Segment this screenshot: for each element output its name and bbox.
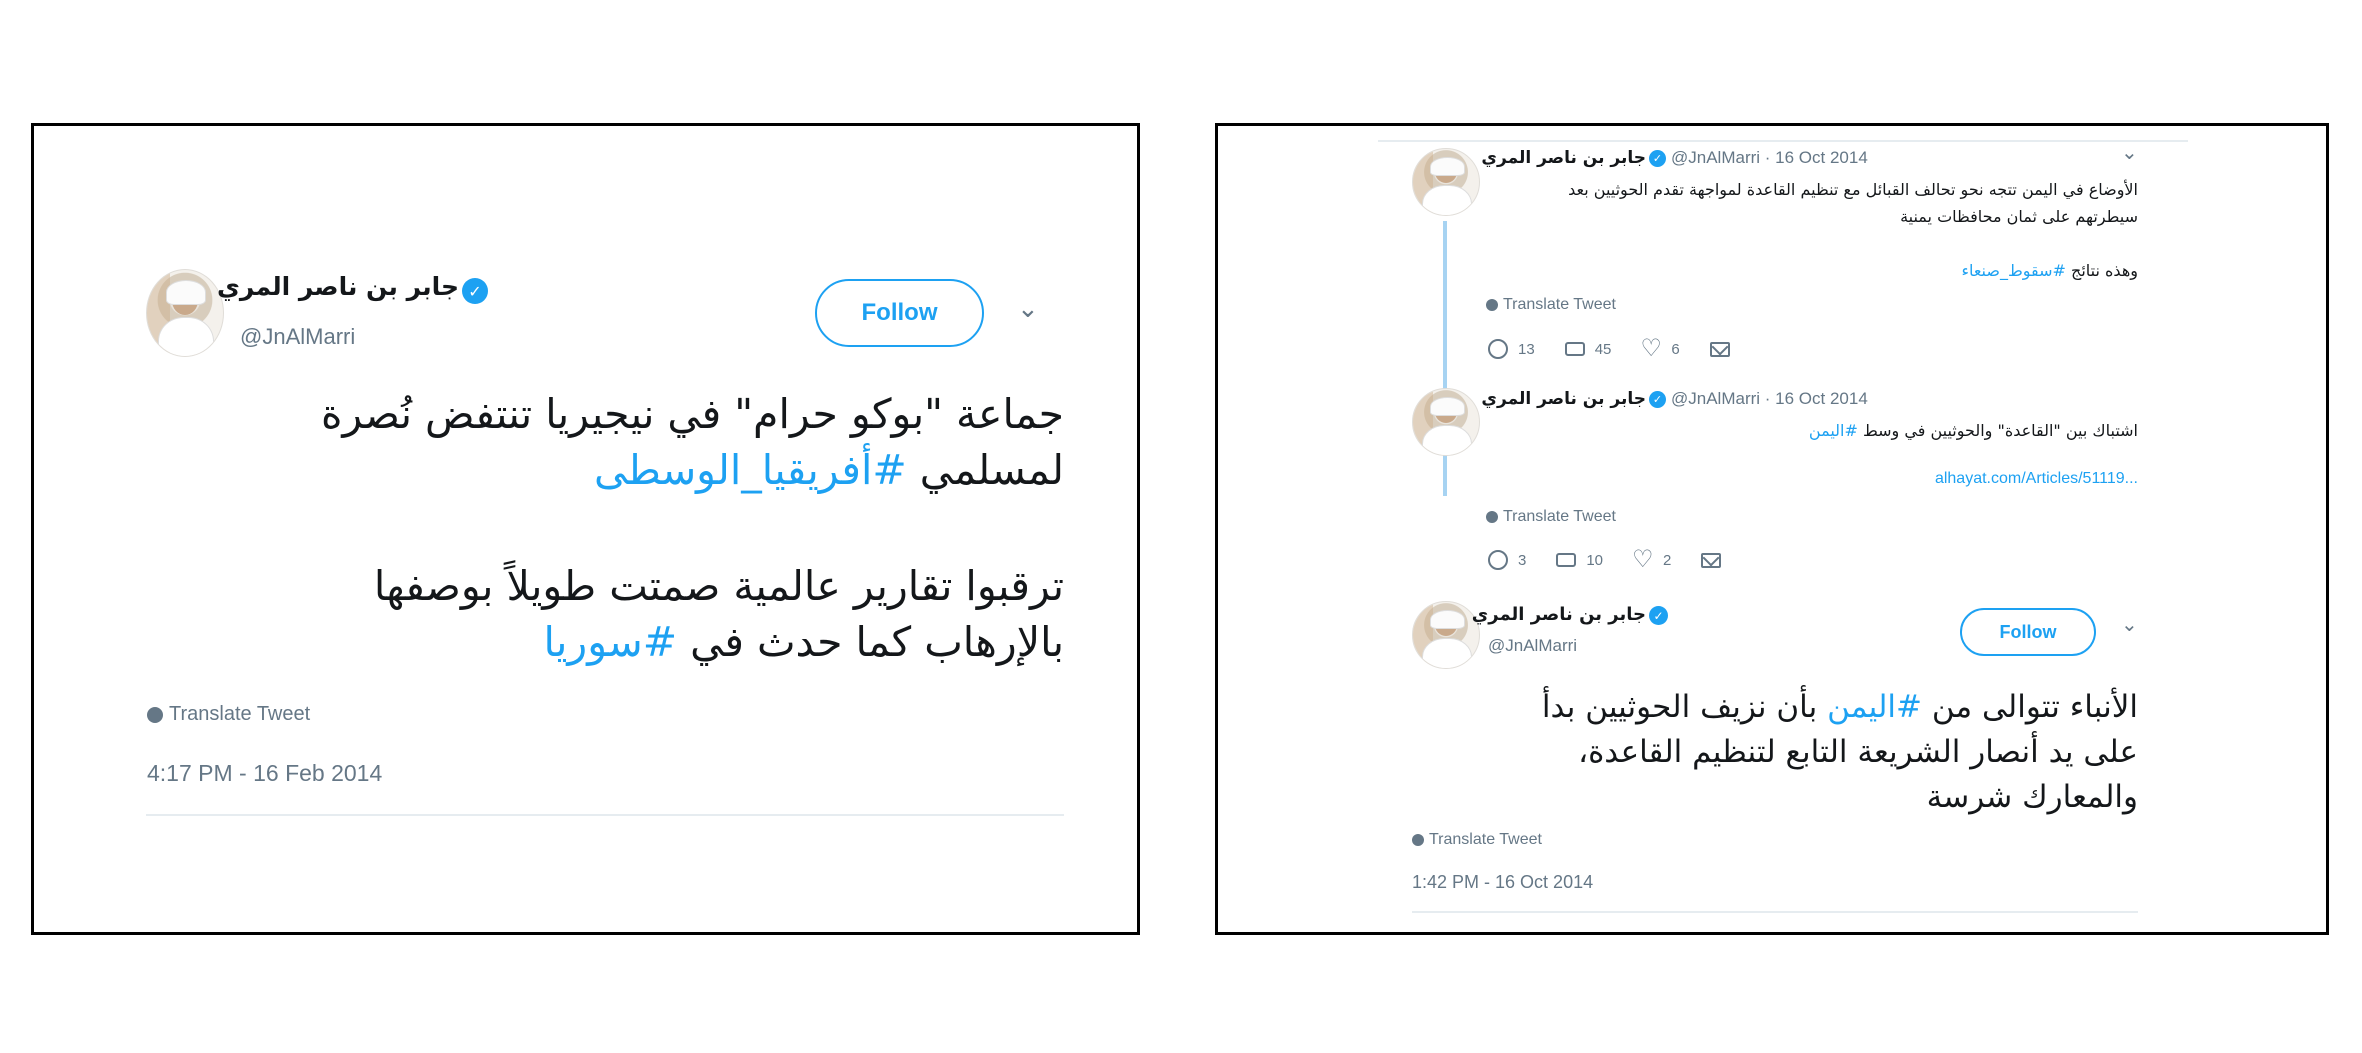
tweet-text: الأوضاع في اليمن تتجه نحو تحالف القبائل … [1488, 176, 2138, 284]
tweet-text-line: وهذه نتائج #سقوط_صنعاء [1961, 261, 2138, 280]
hashtag-link[interactable]: #سقوط_صنعاء [1961, 261, 2066, 280]
tweet-actions: 13 45 6 [1488, 334, 1770, 363]
verified-badge-icon: ✓ [1649, 150, 1666, 167]
tweet-actions: 3 10 2 [1488, 545, 1761, 574]
like-button[interactable]: 2 [1632, 545, 1671, 574]
tweet-text-line: سيطرتهم على ثمان محافظات يمنية [1900, 207, 2138, 226]
tweet-text-line: الأوضاع في اليمن تتجه نحو تحالف القبائل … [1568, 180, 2138, 199]
tweet-timestamp[interactable]: 1:42 PM - 16 Oct 2014 [1412, 872, 1593, 893]
reply-icon [1488, 339, 1508, 359]
author-handle[interactable]: @JnAlMarri [240, 324, 355, 350]
retweet-icon [1564, 342, 1585, 356]
direct-message-button[interactable] [1701, 552, 1731, 568]
tweet-text-line: اشتباك بين "القاعدة" والحوثيين في وسط #ا… [1808, 421, 2138, 440]
tweet-text-line: الأنباء تتوالى من #اليمن بأن نزيف الحوثي… [1541, 689, 2138, 725]
heart-icon [1640, 334, 1662, 363]
divider [1412, 911, 2138, 913]
author-handle-date[interactable]: @JnAlMarri · 16 Oct 2014 [1671, 148, 1868, 168]
verified-badge-icon: ✓ [1649, 391, 1666, 408]
tweet-text: اشتباك بين "القاعدة" والحوثيين في وسط #ا… [1488, 417, 2138, 444]
author-avatar[interactable] [1412, 148, 1480, 216]
tweet-text-line: بالإرهاب كما حدث في #سوريا [543, 618, 1064, 666]
follow-button[interactable]: Follow [815, 279, 984, 347]
author-name[interactable]: جابر بن ناصر المري [1481, 389, 1646, 409]
divider [146, 814, 1064, 816]
like-button[interactable]: 6 [1640, 334, 1679, 363]
translate-tweet-link[interactable]: Translate Tweet [1486, 296, 1616, 314]
tweet-timestamp[interactable]: 4:17 PM - 16 Feb 2014 [147, 760, 382, 787]
verified-badge-icon: ✓ [1649, 606, 1668, 625]
tweet-text-line: على يد أنصار الشريعة التابع لتنظيم القاع… [1578, 734, 2138, 770]
globe-icon [1486, 510, 1498, 523]
translate-tweet-link[interactable]: Translate Tweet [1412, 831, 1542, 849]
author-handle[interactable]: @JnAlMarri [1488, 636, 1577, 656]
tweet-text: جماعة "بوكو حرام" في نيجيريا تنتفض نُصرة… [184, 386, 1064, 670]
hashtag-link[interactable]: #سوريا [544, 618, 678, 666]
left-tweet-panel: جابر بن ناصر المري ✓ @JnAlMarri Follow ⌄… [31, 123, 1140, 935]
author-name[interactable]: جابر بن ناصر المري [1481, 148, 1646, 168]
author-avatar[interactable] [146, 269, 224, 357]
hashtag-link[interactable]: #اليمن [1809, 421, 1858, 440]
tweet-text-line: والمعارك شرسة [1926, 779, 2138, 815]
reply-icon [1488, 550, 1508, 570]
article-link[interactable]: alhayat.com/Articles/51119... [1898, 470, 2138, 488]
chevron-down-icon[interactable]: ⌄ [2121, 612, 2138, 636]
reply-button[interactable]: 3 [1488, 550, 1526, 570]
chevron-down-icon[interactable]: ⌄ [1017, 294, 1039, 324]
direct-message-button[interactable] [1709, 341, 1740, 357]
author-handle-date[interactable]: @JnAlMarri · 16 Oct 2014 [1671, 389, 1868, 409]
translate-tweet-link[interactable]: Translate Tweet [1486, 508, 1616, 526]
verified-badge-icon: ✓ [462, 278, 488, 304]
author-name[interactable]: جابر بن ناصر المري [1472, 604, 1646, 625]
heart-icon [1632, 545, 1654, 574]
translate-tweet-link[interactable]: Translate Tweet [147, 703, 310, 726]
mail-icon [1701, 552, 1722, 568]
retweet-button[interactable]: 10 [1556, 552, 1603, 569]
globe-icon [147, 706, 163, 723]
chevron-down-icon[interactable]: ⌄ [2121, 140, 2138, 164]
right-thread-panel: جابر بن ناصر المري ✓ @JnAlMarri · 16 Oct… [1215, 123, 2329, 935]
hashtag-link[interactable]: #اليمن [1827, 689, 1922, 725]
follow-button[interactable]: Follow [1960, 608, 2096, 656]
author-avatar[interactable] [1412, 388, 1480, 456]
retweet-button[interactable]: 45 [1564, 341, 1611, 358]
author-avatar[interactable] [1412, 601, 1480, 669]
globe-icon [1412, 833, 1424, 846]
tweet-text: الأنباء تتوالى من #اليمن بأن نزيف الحوثي… [1418, 685, 2138, 820]
divider [1378, 140, 2188, 142]
hashtag-link[interactable]: #أفريقيا_الوسطى [594, 446, 907, 494]
globe-icon [1486, 298, 1498, 311]
tweet-text-line: لمسلمي #أفريقيا_الوسطى [594, 446, 1064, 494]
tweet-text-line: جماعة "بوكو حرام" في نيجيريا تنتفض نُصرة [320, 390, 1064, 438]
mail-icon [1709, 341, 1730, 357]
retweet-icon [1556, 553, 1577, 567]
tweet-text-line: ترقبوا تقارير عالمية صمتت طويلاً بوصفها [373, 562, 1064, 610]
author-name[interactable]: جابر بن ناصر المري [217, 272, 459, 301]
reply-button[interactable]: 13 [1488, 339, 1535, 359]
